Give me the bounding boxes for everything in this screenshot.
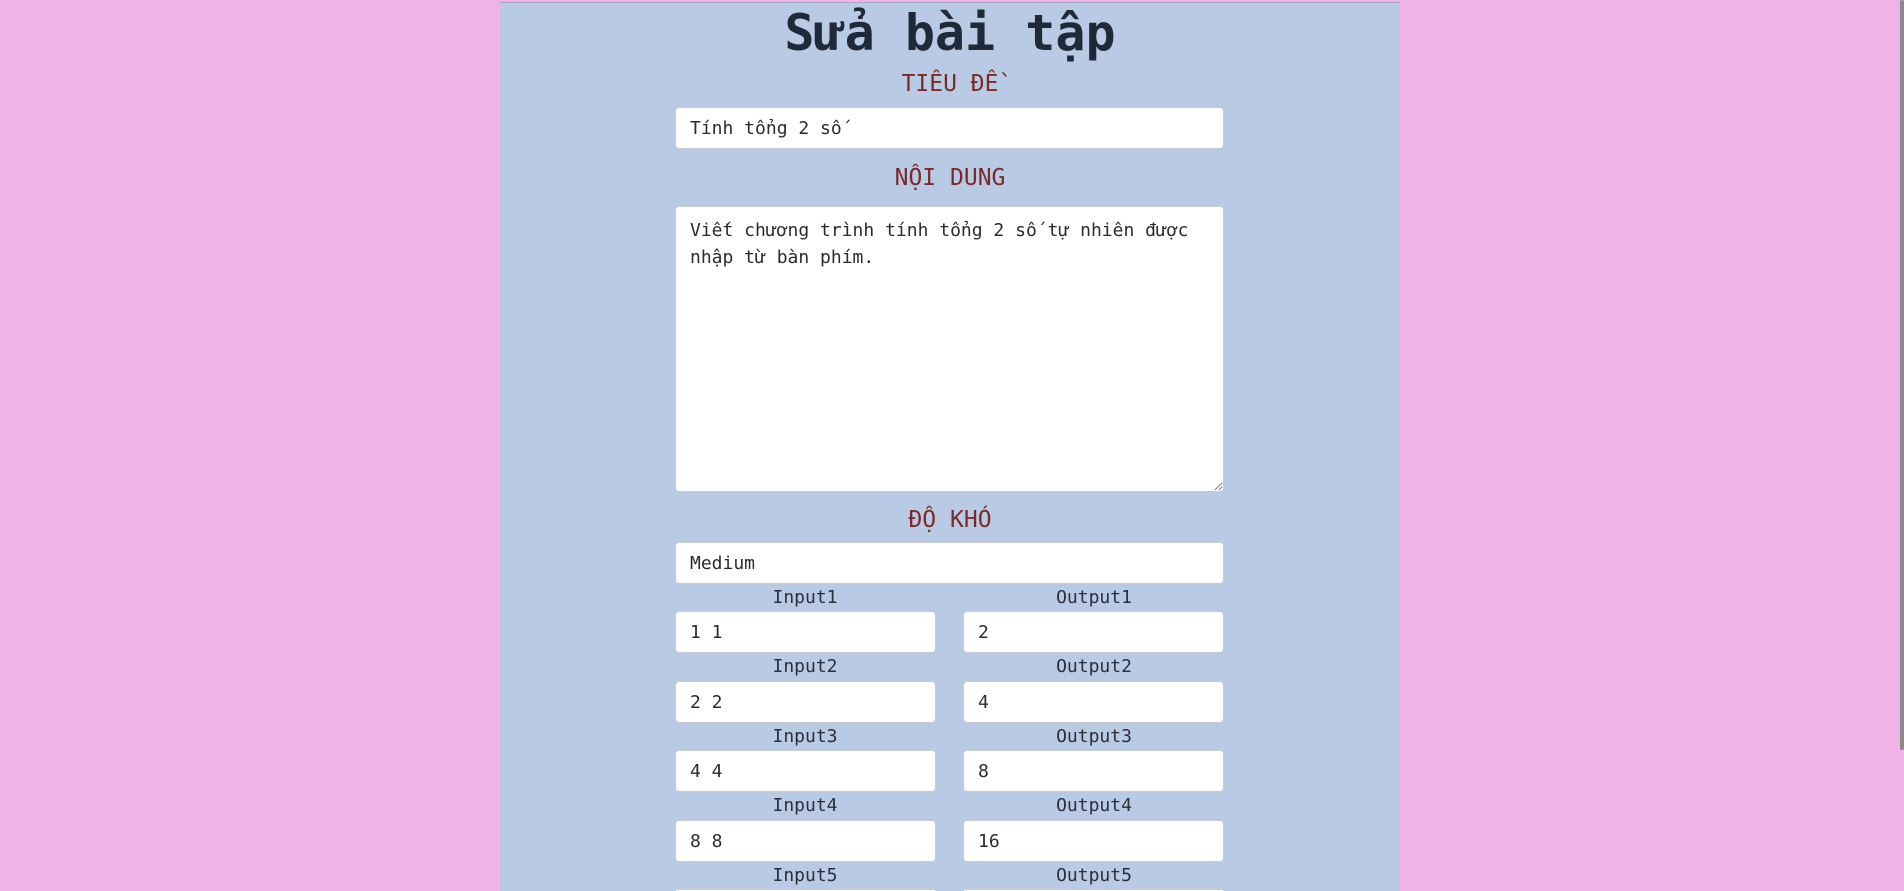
output1-field[interactable] — [963, 611, 1224, 653]
content-label: NỘI DUNG — [894, 165, 1006, 191]
title-input[interactable] — [675, 107, 1224, 149]
input1-label: Input1 — [772, 587, 838, 608]
page: Sửa bài tập TIÊU ĐỀ NỘI DUNG Viết chương… — [0, 0, 1904, 891]
content-textarea[interactable]: Viết chương trình tính tổng 2 số tự nhiê… — [675, 206, 1224, 492]
input3-label: Input3 — [772, 726, 838, 747]
scrollbar-thumb[interactable] — [1900, 0, 1904, 750]
vertical-scrollbar[interactable] — [1898, 0, 1904, 891]
output3-label: Output3 — [1056, 726, 1132, 747]
output2-label: Output2 — [1056, 656, 1132, 677]
input5-label: Input5 — [772, 865, 838, 886]
edit-exercise-panel: Sửa bài tập TIÊU ĐỀ NỘI DUNG Viết chương… — [500, 2, 1400, 891]
output2-field[interactable] — [963, 681, 1224, 723]
input2-label: Input2 — [772, 656, 838, 677]
output4-label: Output4 — [1056, 795, 1132, 816]
difficulty-input[interactable] — [675, 542, 1224, 584]
input3-field[interactable] — [675, 750, 936, 792]
input2-field[interactable] — [675, 681, 936, 723]
difficulty-label: ĐỘ KHÓ — [908, 507, 992, 533]
page-title: Sửa bài tập — [784, 4, 1116, 62]
output5-label: Output5 — [1056, 865, 1132, 886]
input1-field[interactable] — [675, 611, 936, 653]
output4-field[interactable] — [963, 820, 1224, 862]
output3-field[interactable] — [963, 750, 1224, 792]
title-label: TIÊU ĐỀ — [901, 71, 999, 97]
output1-label: Output1 — [1056, 587, 1132, 608]
input4-field[interactable] — [675, 820, 936, 862]
input4-label: Input4 — [772, 795, 838, 816]
